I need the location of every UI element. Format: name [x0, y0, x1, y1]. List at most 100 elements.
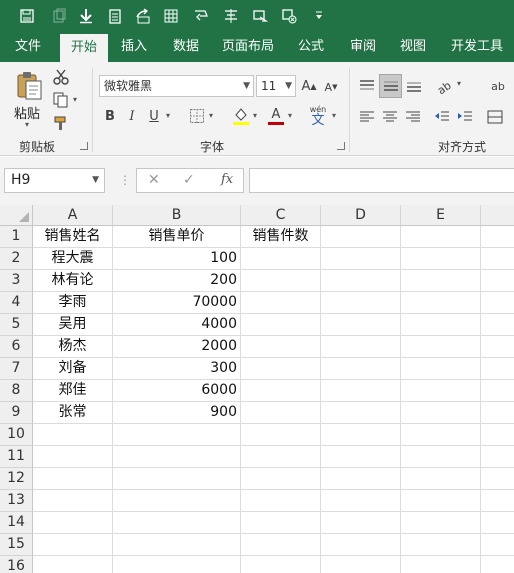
row-header-3[interactable]: 3 — [0, 270, 33, 292]
phonetic-button[interactable]: wén 文 — [306, 103, 330, 129]
cell-f1[interactable] — [481, 226, 514, 248]
cell-e2[interactable] — [401, 248, 481, 270]
cell-e5[interactable] — [401, 314, 481, 336]
cancel-icon[interactable]: ✕ — [148, 172, 160, 188]
cell-f15[interactable] — [481, 534, 514, 556]
cell-a13[interactable] — [33, 490, 113, 512]
shrink-font-button[interactable]: A ▼ — [322, 77, 340, 97]
cell-c9[interactable] — [241, 402, 321, 424]
tab-4[interactable]: 页面布局 — [214, 33, 282, 62]
cell-a16[interactable] — [33, 556, 113, 573]
cell-e10[interactable] — [401, 424, 481, 446]
cell-e12[interactable] — [401, 468, 481, 490]
cell-d11[interactable] — [321, 446, 401, 468]
cell-c16[interactable] — [241, 556, 321, 573]
wrap-text-icon[interactable]: ab — [487, 75, 509, 97]
cell-c13[interactable] — [241, 490, 321, 512]
cell-f10[interactable] — [481, 424, 514, 446]
underline-button[interactable]: U — [146, 106, 162, 126]
tab-8[interactable]: 开发工具 — [442, 33, 512, 62]
shape-icon[interactable] — [192, 7, 210, 25]
middle-align-icon[interactable] — [379, 74, 402, 98]
row-header-12[interactable]: 12 — [0, 468, 33, 490]
cell-c8[interactable] — [241, 380, 321, 402]
cell-c14[interactable] — [241, 512, 321, 534]
cell-d2[interactable] — [321, 248, 401, 270]
font-color-dropdown-icon[interactable]: ▾ — [288, 111, 292, 120]
delete-icon[interactable] — [280, 7, 298, 25]
cell-e16[interactable] — [401, 556, 481, 573]
cell-c7[interactable] — [241, 358, 321, 380]
cell-e7[interactable] — [401, 358, 481, 380]
cut-icon[interactable] — [52, 68, 70, 86]
tab-3[interactable]: 数据 — [163, 33, 209, 62]
cell-e15[interactable] — [401, 534, 481, 556]
cell-f12[interactable] — [481, 468, 514, 490]
cell-d5[interactable] — [321, 314, 401, 336]
forward-icon[interactable] — [251, 7, 269, 25]
name-box[interactable]: H9 ▼ — [4, 168, 105, 193]
cell-b11[interactable] — [113, 446, 241, 468]
formula-input[interactable] — [249, 168, 514, 193]
row-header-8[interactable]: 8 — [0, 380, 33, 402]
cell-f13[interactable] — [481, 490, 514, 512]
enter-icon[interactable]: ✓ — [183, 172, 195, 188]
cell-f14[interactable] — [481, 512, 514, 534]
cell-c11[interactable] — [241, 446, 321, 468]
column-insert-icon[interactable] — [162, 7, 180, 25]
clipboard-icon[interactable] — [106, 7, 124, 25]
cell-a11[interactable] — [33, 446, 113, 468]
cell-a12[interactable] — [33, 468, 113, 490]
tab-7[interactable]: 视图 — [391, 33, 435, 62]
cell-d12[interactable] — [321, 468, 401, 490]
cell-d15[interactable] — [321, 534, 401, 556]
cell-b7[interactable]: 300 — [113, 358, 241, 380]
cell-d1[interactable] — [321, 226, 401, 248]
cell-e1[interactable] — [401, 226, 481, 248]
cell-b8[interactable]: 6000 — [113, 380, 241, 402]
row-header-9[interactable]: 9 — [0, 402, 33, 424]
cell-a1[interactable]: 销售姓名 — [33, 226, 113, 248]
cell-b13[interactable] — [113, 490, 241, 512]
row-header-2[interactable]: 2 — [0, 248, 33, 270]
tab-1[interactable]: 开始 — [60, 34, 108, 62]
row-header-4[interactable]: 4 — [0, 292, 33, 314]
row-header-11[interactable]: 11 — [0, 446, 33, 468]
increase-indent-icon[interactable] — [455, 107, 475, 127]
cell-b15[interactable] — [113, 534, 241, 556]
row-header-13[interactable]: 13 — [0, 490, 33, 512]
cell-b9[interactable]: 900 — [113, 402, 241, 424]
column-header-c[interactable]: C — [241, 205, 321, 226]
cell-f9[interactable] — [481, 402, 514, 424]
save-icon[interactable] — [18, 7, 36, 25]
cell-e14[interactable] — [401, 512, 481, 534]
tab-5[interactable]: 公式 — [285, 33, 337, 62]
cell-d4[interactable] — [321, 292, 401, 314]
align-center-icon[interactable] — [380, 107, 400, 127]
orientation-icon[interactable]: ab — [433, 75, 455, 97]
font-name-select[interactable]: 微软雅黑 ▼ — [99, 75, 254, 97]
fill-color-icon[interactable] — [231, 105, 251, 127]
customize-dropdown-icon[interactable] — [310, 7, 328, 25]
row-header-7[interactable]: 7 — [0, 358, 33, 380]
cell-b6[interactable]: 2000 — [113, 336, 241, 358]
bold-button[interactable]: B — [102, 106, 118, 126]
cell-b4[interactable]: 70000 — [113, 292, 241, 314]
cell-d6[interactable] — [321, 336, 401, 358]
cell-e13[interactable] — [401, 490, 481, 512]
cell-a3[interactable]: 林有论 — [33, 270, 113, 292]
row-header-15[interactable]: 15 — [0, 534, 33, 556]
cell-f2[interactable] — [481, 248, 514, 270]
format-painter-icon[interactable] — [52, 114, 70, 132]
font-size-select[interactable]: 11 ▼ — [256, 75, 296, 97]
download-icon[interactable] — [77, 7, 95, 25]
merge-center-icon[interactable] — [485, 107, 505, 127]
cell-e9[interactable] — [401, 402, 481, 424]
cell-f4[interactable] — [481, 292, 514, 314]
cell-b3[interactable]: 200 — [113, 270, 241, 292]
phonetic-dropdown-icon[interactable]: ▾ — [332, 111, 336, 120]
cell-b5[interactable]: 4000 — [113, 314, 241, 336]
row-header-5[interactable]: 5 — [0, 314, 33, 336]
clipboard-launcher-icon[interactable] — [80, 142, 88, 150]
cell-f5[interactable] — [481, 314, 514, 336]
